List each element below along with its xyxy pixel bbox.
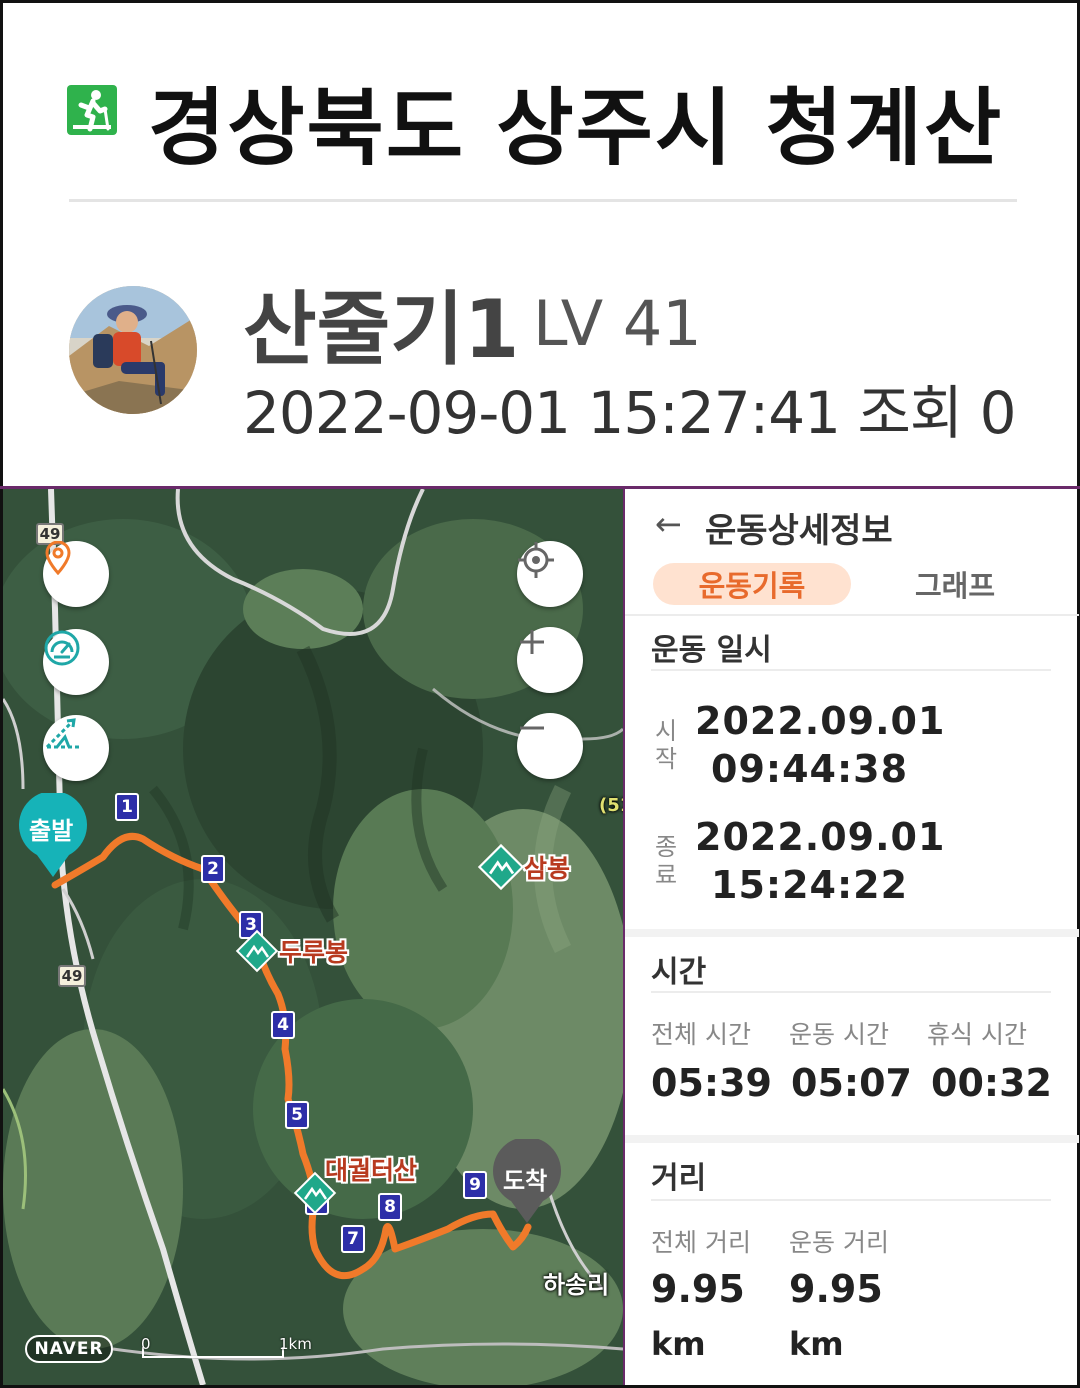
divider xyxy=(625,614,1079,616)
divider xyxy=(69,199,1017,202)
panel-title: 운동상세정보 xyxy=(705,511,893,551)
tab-exercise-record[interactable]: 운동기록 xyxy=(653,563,851,605)
hiking-icon xyxy=(67,85,117,135)
divider xyxy=(651,991,1051,993)
views-count: 0 xyxy=(979,379,1017,447)
elevation-button[interactable] xyxy=(43,715,109,781)
mountain-peak-icon xyxy=(477,843,525,891)
start-time: 09:44:38 xyxy=(711,747,909,791)
waypoint-marker[interactable]: 7 xyxy=(341,1225,365,1253)
post-datetime: 2022-09-01 15:27:41 xyxy=(243,379,841,447)
avatar[interactable] xyxy=(69,286,197,414)
location-pin-icon xyxy=(45,541,71,575)
exercise-detail-panel: ← 운동상세정보 운동기록 그래프 운동 일시 시작 2022.09.01 09… xyxy=(623,489,1079,1385)
date-section-heading: 운동 일시 xyxy=(651,633,772,668)
peak-label: 삼봉 xyxy=(524,854,571,883)
total-distance-unit: km xyxy=(651,1325,706,1363)
user-name[interactable]: 산줄기1 xyxy=(243,265,519,381)
end-date: 2022.09.01 xyxy=(695,815,946,859)
end-marker[interactable]: 도착 xyxy=(489,1139,565,1225)
section-divider xyxy=(625,1135,1079,1143)
start-label: 시작 xyxy=(654,717,678,773)
post-title: 경상북도 상주시 청계산 xyxy=(148,79,1004,177)
end-label: 종료 xyxy=(654,833,678,889)
move-time-label: 운동 시간 xyxy=(789,1020,889,1049)
move-distance-label: 운동 거리 xyxy=(789,1228,889,1257)
location-pin-button[interactable] xyxy=(43,541,109,607)
time-section-heading: 시간 xyxy=(651,955,707,990)
post-header: 경상북도 상주시 청계산 산줄기1 LV 41 2022-09-01 15:27… xyxy=(3,3,1077,487)
road-number-label: 49 xyxy=(58,965,86,987)
start-marker[interactable]: 출발 xyxy=(15,793,91,879)
zoom-out-button[interactable] xyxy=(517,713,583,779)
plus-icon xyxy=(520,630,544,654)
peak-label: 두루봉 xyxy=(279,938,349,967)
scale-end-label: 1km xyxy=(279,1335,312,1353)
speed-gauge-button[interactable] xyxy=(43,629,109,695)
user-level: LV 41 xyxy=(533,287,702,360)
minus-icon xyxy=(520,726,544,730)
waypoint-marker[interactable]: 8 xyxy=(378,1193,402,1221)
total-distance-value: 9.95 xyxy=(651,1267,745,1311)
waypoint-marker[interactable]: 5 xyxy=(285,1101,309,1129)
waypoint-marker[interactable]: 4 xyxy=(271,1011,295,1039)
mountain-peak-icon xyxy=(235,929,279,973)
tab-graph[interactable]: 그래프 xyxy=(895,563,1015,605)
total-time-label: 전체 시간 xyxy=(651,1020,751,1049)
crosshair-icon xyxy=(518,542,554,578)
move-distance-value: 9.95 xyxy=(789,1267,883,1311)
total-distance-label: 전체 거리 xyxy=(651,1228,751,1257)
waypoint-marker[interactable]: 9 xyxy=(463,1171,487,1199)
section-divider xyxy=(625,929,1079,937)
move-time-value: 05:07 xyxy=(791,1061,912,1105)
start-date: 2022.09.01 xyxy=(695,699,946,743)
peak-label: 대궐터산 xyxy=(325,1156,418,1185)
route-map[interactable]: 49 49 (51 xyxy=(3,489,623,1385)
rest-time-label: 휴식 시간 xyxy=(927,1020,1027,1049)
waypoint-marker[interactable]: 2 xyxy=(201,855,225,883)
distance-section-heading: 거리 xyxy=(651,1161,707,1196)
total-time-value: 05:39 xyxy=(651,1061,772,1105)
end-label: 도착 xyxy=(503,1167,548,1195)
post-meta: 2022-09-01 15:27:41 조회 0 xyxy=(243,366,1017,450)
divider xyxy=(651,1199,1051,1201)
divider xyxy=(651,669,1051,671)
end-time: 15:24:22 xyxy=(711,863,909,907)
views-label: 조회 xyxy=(857,379,963,447)
scale-start-label: 0 xyxy=(141,1335,151,1353)
back-arrow-icon[interactable]: ← xyxy=(655,505,682,543)
elevation-icon xyxy=(45,718,79,749)
gauge-icon xyxy=(44,630,80,666)
rest-time-value: 00:32 xyxy=(931,1061,1052,1105)
my-location-button[interactable] xyxy=(517,541,583,607)
map-side-label: (51 xyxy=(599,795,623,816)
naver-logo: NAVER xyxy=(25,1335,113,1363)
start-label: 출발 xyxy=(29,817,74,845)
move-distance-unit: km xyxy=(789,1325,844,1363)
zoom-in-button[interactable] xyxy=(517,627,583,693)
waypoint-marker[interactable]: 1 xyxy=(115,793,139,821)
place-label: 하송리 xyxy=(543,1271,610,1299)
